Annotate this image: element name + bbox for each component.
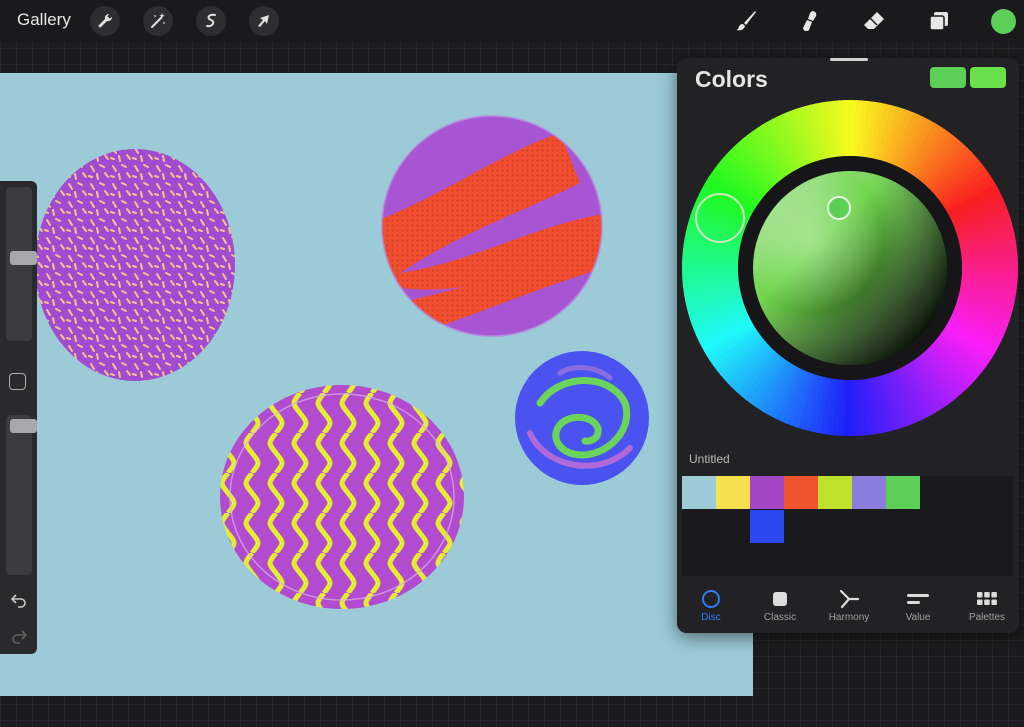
selection-button[interactable] <box>196 6 226 36</box>
harmony-icon <box>839 589 860 609</box>
tab-harmony[interactable]: Harmony <box>815 588 883 623</box>
opacity-slider[interactable] <box>6 415 37 575</box>
palette-name: Untitled <box>689 452 730 466</box>
tab-palettes[interactable]: Palettes <box>953 588 1019 623</box>
tab-label: Harmony <box>828 612 870 623</box>
eraser-button[interactable] <box>860 7 888 35</box>
color-mode-tabs: Disc Classic Harmony Value Palettes <box>677 578 1019 633</box>
redo-icon[interactable] <box>10 627 28 645</box>
tab-classic[interactable]: Classic <box>746 588 814 623</box>
palette-swatches <box>682 476 1013 576</box>
canvas-artwork <box>35 115 649 609</box>
brush-size-slider[interactable] <box>6 187 37 341</box>
tab-disc[interactable]: Disc <box>677 588 745 623</box>
secondary-color-swatch[interactable] <box>970 67 1006 88</box>
colors-panel: Colors Untitled Disc Classic Harmony Val… <box>677 58 1019 633</box>
tab-label: Classic <box>763 612 797 623</box>
palette-swatch[interactable] <box>886 476 920 509</box>
palettes-grid-icon <box>977 592 997 605</box>
undo-icon[interactable] <box>10 591 28 609</box>
top-toolbar: Gallery <box>0 0 1024 42</box>
panel-title: Colors <box>695 66 768 92</box>
transform-button[interactable] <box>249 6 279 36</box>
selection-icon <box>206 13 216 28</box>
actions-button[interactable] <box>90 6 120 36</box>
saturation-picker-handle[interactable] <box>827 196 851 220</box>
transform-arrow-icon <box>258 15 269 27</box>
brush-button[interactable] <box>732 7 760 35</box>
opacity-thumb[interactable] <box>10 419 37 433</box>
magic-wand-icon <box>151 13 165 28</box>
adjustments-button[interactable] <box>143 6 173 36</box>
smudge-button[interactable] <box>796 7 824 35</box>
primary-color-swatch[interactable] <box>930 67 966 88</box>
palette-swatch[interactable] <box>852 476 886 509</box>
current-color-button[interactable] <box>991 9 1016 34</box>
brush-size-thumb[interactable] <box>10 251 37 265</box>
palette-swatch[interactable] <box>750 476 784 509</box>
disc-icon <box>702 590 720 608</box>
color-disc-graphic <box>681 100 1018 436</box>
tab-label: Disc <box>701 612 721 623</box>
gallery-button[interactable]: Gallery <box>17 10 71 30</box>
wrench-icon <box>98 13 113 28</box>
palette-swatch[interactable] <box>682 476 716 509</box>
tab-label: Palettes <box>968 612 1006 623</box>
tab-label: Value <box>905 612 931 623</box>
color-disc[interactable] <box>681 100 1018 436</box>
modify-button[interactable] <box>9 373 26 390</box>
palette-swatch[interactable] <box>750 510 784 543</box>
drawing-canvas[interactable] <box>0 73 753 696</box>
palette-swatch[interactable] <box>818 476 852 509</box>
tab-value[interactable]: Value <box>884 588 952 623</box>
left-sidebar <box>0 181 37 654</box>
palette-swatch[interactable] <box>784 476 818 509</box>
classic-square-icon <box>773 592 787 606</box>
eraser-icon <box>864 12 884 29</box>
panel-grab-handle[interactable] <box>830 58 868 61</box>
layers-button[interactable] <box>925 7 953 35</box>
smudge-icon <box>803 11 817 32</box>
value-sliders-icon <box>907 594 929 604</box>
layers-icon <box>929 12 948 31</box>
brush-icon <box>736 11 756 31</box>
palette-swatch[interactable] <box>716 476 750 509</box>
